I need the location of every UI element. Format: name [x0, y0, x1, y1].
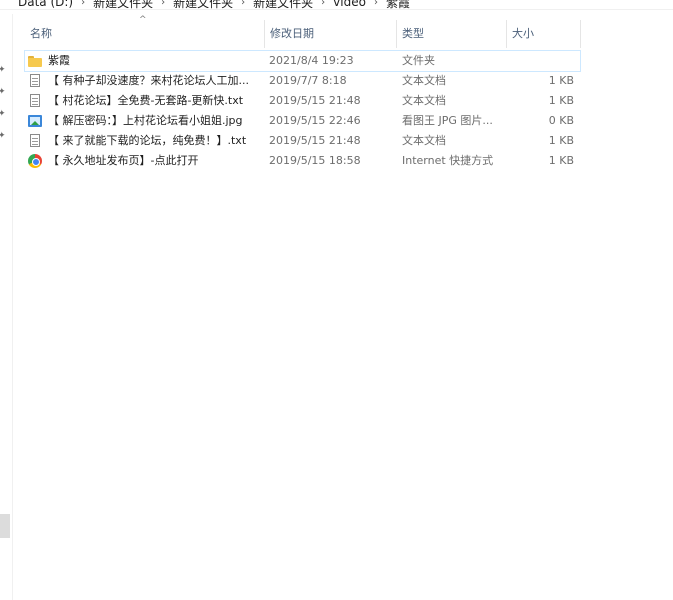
pin-icon: ✦: [0, 87, 6, 97]
file-type: 文本文档: [402, 134, 446, 147]
scrollbar-thumb[interactable]: [0, 514, 10, 538]
folder-icon: [27, 53, 43, 69]
file-size: 1 KB: [548, 94, 574, 107]
file-name: 【 解压密码：】上村花论坛看小姐姐.jpg: [48, 114, 243, 127]
column-date[interactable]: 修改日期: [264, 20, 396, 48]
column-header: ^ 名称 修改日期 类型 大小: [12, 15, 582, 48]
file-size: [511, 51, 574, 71]
file-size: 1 KB: [548, 154, 574, 167]
file-row[interactable]: 紫霞 2021/8/4 19:23 文件夹: [24, 50, 581, 72]
breadcrumb-folder[interactable]: 新建文件夹: [251, 0, 315, 11]
chevron-right-icon[interactable]: ›: [368, 0, 384, 8]
column-type[interactable]: 类型: [396, 20, 506, 48]
column-divider[interactable]: [580, 20, 581, 48]
file-size: 0 KB: [548, 114, 574, 127]
pin-icon: ✦: [0, 109, 6, 119]
file-name: 【 村花论坛】全免费-无套路-更新快.txt: [48, 94, 244, 107]
file-row[interactable]: 【 来了就能下载的论坛，纯免费！】.txt 2019/5/15 21:48 文本…: [25, 131, 580, 151]
file-type: Internet 快捷方式: [402, 154, 494, 167]
chevron-right-icon[interactable]: ›: [235, 0, 251, 8]
text-file-icon: [27, 133, 43, 149]
breadcrumb-folder[interactable]: 新建文件夹: [91, 0, 155, 11]
file-row[interactable]: 【 村花论坛】全免费-无套路-更新快.txt 2019/5/15 21:48 文…: [25, 91, 580, 111]
navigation-pane: ✦ ✦ ✦ ✦: [0, 14, 13, 600]
breadcrumb-current[interactable]: 紫霞: [384, 0, 412, 11]
text-file-icon: [27, 93, 43, 109]
image-file-icon: [27, 113, 43, 129]
file-name: 紫霞: [48, 54, 70, 67]
file-date: 2019/5/15 21:48: [269, 94, 361, 107]
breadcrumb-folder[interactable]: 新建文件夹: [171, 0, 235, 11]
file-date: 2019/5/15 22:46: [269, 114, 361, 127]
file-name: 【 有种子却没速度？来村花论坛人工加...: [48, 74, 249, 87]
pin-icon: ✦: [0, 65, 6, 75]
file-date: 2019/5/15 18:58: [269, 154, 361, 167]
chevron-right-icon[interactable]: ›: [75, 0, 91, 8]
breadcrumb: Data (D:) › 新建文件夹 › 新建文件夹 › 新建文件夹 › vide…: [0, 0, 673, 10]
file-type: 文本文档: [402, 74, 446, 87]
column-size[interactable]: 大小: [506, 20, 580, 48]
file-type: 看图王 JPG 图片...: [402, 114, 493, 127]
chevron-right-icon[interactable]: ›: [155, 0, 171, 8]
file-list: 紫霞 2021/8/4 19:23 文件夹 【 有种子却没速度？来村花论坛人工加…: [24, 50, 581, 171]
file-type: 文本文档: [402, 94, 446, 107]
file-type: 文件夹: [402, 54, 435, 67]
file-date: 2019/7/7 8:18: [269, 74, 347, 87]
breadcrumb-video[interactable]: video: [331, 0, 368, 9]
file-name: 【 来了就能下载的论坛，纯免费！】.txt: [48, 134, 247, 147]
chevron-right-icon[interactable]: ›: [315, 0, 331, 8]
text-file-icon: [27, 73, 43, 89]
file-size: 1 KB: [548, 134, 574, 147]
pin-icon: ✦: [0, 131, 6, 141]
file-row[interactable]: 【 解压密码：】上村花论坛看小姐姐.jpg 2019/5/15 22:46 看图…: [25, 111, 580, 131]
file-date: 2019/5/15 21:48: [269, 134, 361, 147]
breadcrumb-drive[interactable]: Data (D:): [0, 0, 75, 9]
file-row[interactable]: 【 有种子却没速度？来村花论坛人工加... 2019/7/7 8:18 文本文档…: [25, 71, 580, 91]
column-name[interactable]: 名称: [24, 20, 264, 48]
file-name: 【 永久地址发布页】-点此打开: [48, 154, 199, 167]
file-size: 1 KB: [548, 74, 574, 87]
file-row[interactable]: 【 永久地址发布页】-点此打开 2019/5/15 18:58 Internet…: [25, 151, 580, 171]
file-date: 2021/8/4 19:23: [269, 54, 354, 67]
internet-shortcut-icon: [27, 153, 43, 169]
